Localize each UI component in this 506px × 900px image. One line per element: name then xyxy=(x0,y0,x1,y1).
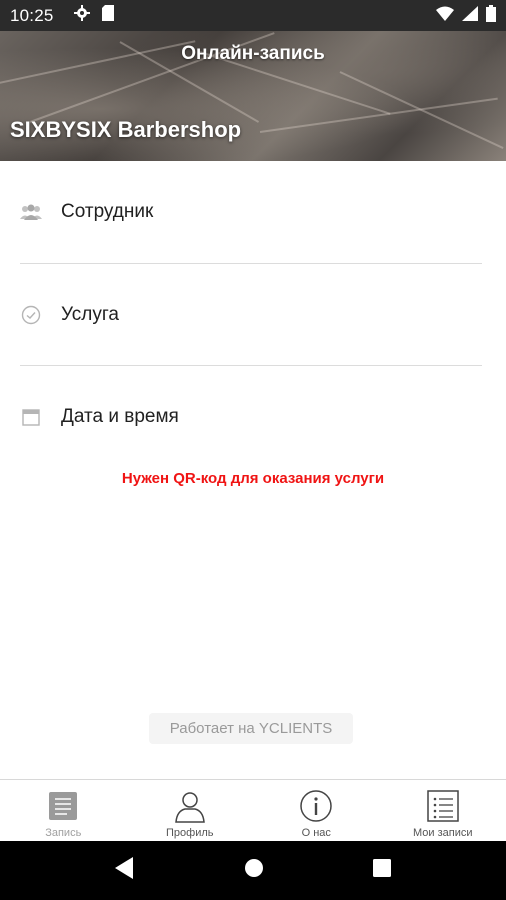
check-circle-icon xyxy=(20,304,42,326)
sim-card-icon xyxy=(101,5,114,26)
battery-icon xyxy=(486,4,496,27)
menu-item-datetime[interactable]: Дата и время xyxy=(20,366,482,468)
people-icon xyxy=(20,201,42,223)
gear-icon xyxy=(73,5,90,26)
book-icon xyxy=(46,788,80,824)
recents-icon[interactable] xyxy=(373,859,392,882)
nav-tab-booking[interactable]: Запись xyxy=(0,780,127,841)
shop-name: SIXBYSIX Barbershop xyxy=(10,117,242,142)
nav-label: О нас xyxy=(301,827,331,839)
menu-item-service[interactable]: Услуга xyxy=(20,264,482,366)
nav-tab-about[interactable]: О нас xyxy=(253,780,380,841)
status-time: 10:25 xyxy=(10,5,54,25)
page-title: Онлайн-запись xyxy=(181,43,325,64)
menu-item-label: Дата и время xyxy=(61,406,179,427)
menu-item-label: Сотрудник xyxy=(61,201,154,222)
powered-by-link[interactable]: Работает на YCLIENTS xyxy=(149,713,353,744)
signal-icon xyxy=(462,5,478,26)
nav-label: Запись xyxy=(45,827,82,839)
wifi-icon xyxy=(436,6,454,26)
nav-label: Профиль xyxy=(166,827,214,839)
header-banner: Онлайн-запись SIXBYSIX Barbershop xyxy=(0,31,506,161)
list-icon xyxy=(426,788,460,824)
status-bar: 10:25 xyxy=(0,0,506,31)
menu-item-label: Услуга xyxy=(61,304,119,325)
profile-icon xyxy=(173,788,207,824)
back-icon[interactable] xyxy=(114,857,135,884)
info-icon xyxy=(299,788,333,824)
nav-label: Мои записи xyxy=(412,827,473,839)
qr-warning-text: Нужен QR-код для оказания услуги xyxy=(121,470,385,487)
home-icon[interactable] xyxy=(244,858,264,883)
menu-item-staff[interactable]: Сотрудник xyxy=(20,161,482,263)
system-nav-bar xyxy=(0,841,506,900)
bottom-nav: Запись Профиль О нас Мои записи xyxy=(0,779,506,841)
nav-tab-profile[interactable]: Профиль xyxy=(127,780,254,841)
calendar-icon xyxy=(20,406,42,428)
nav-tab-my-bookings[interactable]: Мои записи xyxy=(380,780,506,841)
